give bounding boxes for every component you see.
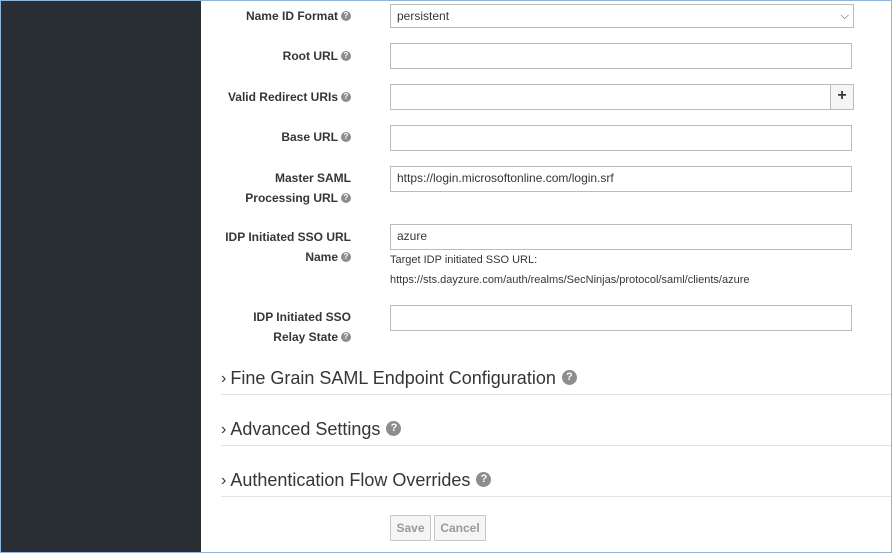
chevron-down-icon: ⌵ [840,10,849,22]
idp-sso-url-name-input[interactable]: azure [390,224,852,250]
root-url-input[interactable] [390,43,852,69]
base-url-input[interactable] [390,125,852,151]
help-icon[interactable]: ? [341,192,351,203]
help-icon[interactable]: ? [341,131,351,142]
idp-relay-state-input[interactable] [390,305,852,331]
target-sso-url: https://sts.dayzure.com/auth/realms/SecN… [390,274,750,286]
help-icon[interactable]: ? [341,251,351,262]
name-id-format-value: persistent [397,9,450,23]
base-url-label: Base URL? [281,127,351,147]
section-title: Authentication Flow Overrides [230,470,471,490]
section-title: Fine Grain SAML Endpoint Configuration [230,368,556,388]
help-icon[interactable]: ? [341,50,351,61]
save-button[interactable]: Save [390,515,431,541]
target-sso-url-hint: Target IDP initiated SSO URL: [390,254,538,266]
chevron-right-icon: › [221,472,227,489]
chevron-right-icon: › [221,370,227,387]
help-icon[interactable]: ? [476,471,492,487]
idp-relay-state-label: IDP Initiated SSO Relay State? [253,310,351,344]
chevron-right-icon: › [221,421,227,438]
section-fine-grain-saml[interactable]: › Fine Grain SAML Endpoint Configuration? [221,366,891,395]
master-saml-label: Master SAML Processing URL? [245,171,351,205]
section-advanced-settings[interactable]: › Advanced Settings? [221,417,891,446]
add-redirect-uri-button[interactable]: + [830,84,854,110]
help-icon[interactable]: ? [341,10,351,21]
section-authentication-flow-overrides[interactable]: › Authentication Flow Overrides? [221,468,891,497]
help-icon[interactable]: ? [341,331,351,342]
valid-redirect-uris-input[interactable] [390,84,831,110]
root-url-label: Root URL? [283,46,351,66]
master-saml-processing-url-input[interactable]: https://login.microsoftonline.com/login.… [390,166,852,192]
name-id-format-select[interactable]: persistent ⌵ [390,4,854,28]
valid-redirect-uris-label: Valid Redirect URIs? [228,87,351,107]
help-icon[interactable]: ? [341,91,351,102]
section-title: Advanced Settings [230,419,381,439]
help-icon[interactable]: ? [386,420,402,436]
name-id-format-label: Name ID Format? [246,6,351,26]
idp-sso-url-name-label: IDP Initiated SSO URL Name? [225,230,351,264]
help-icon[interactable]: ? [561,369,577,385]
cancel-button[interactable]: Cancel [434,515,486,541]
